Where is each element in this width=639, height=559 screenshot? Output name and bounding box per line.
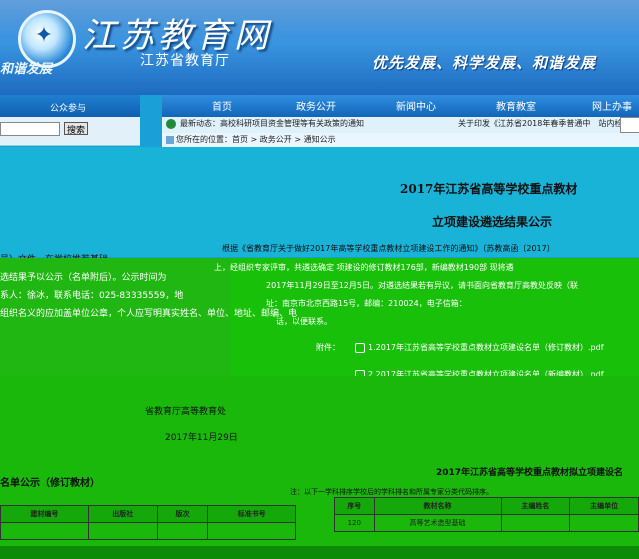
department-name: 江苏省教育厅 [140, 53, 230, 69]
signature: 省教育厅高等教育处 [145, 407, 227, 417]
table-header: 主编姓名 [500, 497, 571, 515]
table-cell: 120 [334, 514, 375, 532]
site-search-input[interactable] [620, 117, 639, 133]
nav-item-online-service[interactable]: 网上办事 [592, 98, 632, 113]
attachment-label: 附件： [316, 343, 340, 352]
nav-item-gov-affairs[interactable]: 政务公开 [296, 98, 336, 113]
notice-icon [166, 119, 176, 129]
notice-link[interactable]: 高校科研项目资金管理等有关政策的通知 [220, 119, 364, 128]
table-header: 序号 [334, 497, 375, 515]
list-title-right: 2017年江苏省高等学校重点教材拟立项建设名 [436, 468, 624, 478]
table-header: 出版社 [87, 505, 158, 523]
bottom-strip [0, 546, 639, 559]
article-subtitle: 立项建设遴选结果公示 [432, 215, 553, 229]
location-icon [166, 136, 174, 144]
search-input[interactable] [0, 122, 60, 136]
attachment-link[interactable]: 1.2017年江苏省高等学校重点教材立项建设名单（修订教材）.pdf [355, 342, 604, 353]
table-cell [569, 514, 639, 532]
table-header: 标准书号 [207, 505, 296, 523]
revised-textbook-table: 建材编号 出版社 版次 标准书号 [0, 505, 296, 540]
nav-item-home[interactable]: 首页 [212, 98, 232, 113]
table-header: 主编单位 [569, 497, 639, 515]
left-column [0, 147, 162, 257]
table-header: 教材名称 [373, 497, 502, 515]
article-title: 2017年江苏省高等学校重点教材 [400, 182, 578, 196]
list-note: 注：以下一学科排序学校后的学科排名和所属专家分类代码排序。 [290, 488, 493, 496]
main-nav: 首页 政务公开 新闻中心 教育教室 网上办事 [162, 95, 639, 117]
table-row: 120 高等艺术造型基础 [334, 514, 639, 532]
left-paragraph: 组织名义的应加盖单位公章，个人应写明真实姓名、单位、地址、邮编、电 [0, 309, 298, 319]
table-header: 版次 [156, 505, 209, 523]
table-cell: 高等艺术造型基础 [373, 514, 502, 532]
search-button[interactable]: 搜索 [64, 122, 88, 135]
paperclip-icon [355, 342, 365, 353]
attachment-text[interactable]: 1.2017年江苏省高等学校重点教材立项建设名单（修订教材）.pdf [368, 343, 604, 352]
left-slogan-fragment: 和谐发展 [0, 62, 53, 77]
notice-right: 关于印发《江苏省2018年春季普通中 站内检索： [458, 118, 638, 129]
nav-item-classroom[interactable]: 教育教室 [496, 98, 536, 113]
article-area [162, 147, 639, 257]
slogan: 优先发展、科学发展、和谐发展 [372, 54, 597, 72]
new-textbook-table: 序号 教材名称 主编姓名 主编单位 120 高等艺术造型基础 [334, 497, 639, 532]
table-header: 建材编号 [0, 505, 89, 523]
breadcrumb[interactable]: 您所在的位置：首页 > 政务公开 > 通知公示 [176, 134, 336, 145]
logo-glyph: ✦ [34, 23, 54, 48]
nav-item-news[interactable]: 新闻中心 [396, 98, 436, 113]
article-paragraph: 上，经组织专家评审，共遴选确定 项建设的修订教材176部，新编教材190部 现将… [214, 263, 514, 272]
table-cell [500, 514, 571, 532]
notice-ticker[interactable]: 最新动态：高校科研项目资金管理等有关政策的通知 [180, 118, 364, 129]
table-row [0, 522, 296, 540]
left-paragraph: 选结果予以公示（名单附后）。公示时间为 [0, 273, 167, 283]
notice-label: 最新动态： [180, 119, 220, 128]
left-paragraph: 系人：徐冰，联系电话：025-83335559，地 [0, 291, 184, 301]
list-title-left: 名单公示（修订教材） [0, 478, 100, 489]
article-paragraph: 根据《省教育厅关于做好2017年高等学校重点教材立项建设工作的通知》（苏教高函〔… [222, 244, 555, 253]
publish-date: 2017年11月29日 [165, 433, 238, 443]
notice-right-link[interactable]: 关于印发《江苏省2018年春季普通中 [458, 119, 590, 128]
nav-item-public-participation[interactable]: 公众参与 [50, 101, 86, 114]
article-paragraph: 2017年11月29日至12月5日。对遴选结果若有异议，请书面向省教育厅高教处反… [266, 281, 578, 290]
